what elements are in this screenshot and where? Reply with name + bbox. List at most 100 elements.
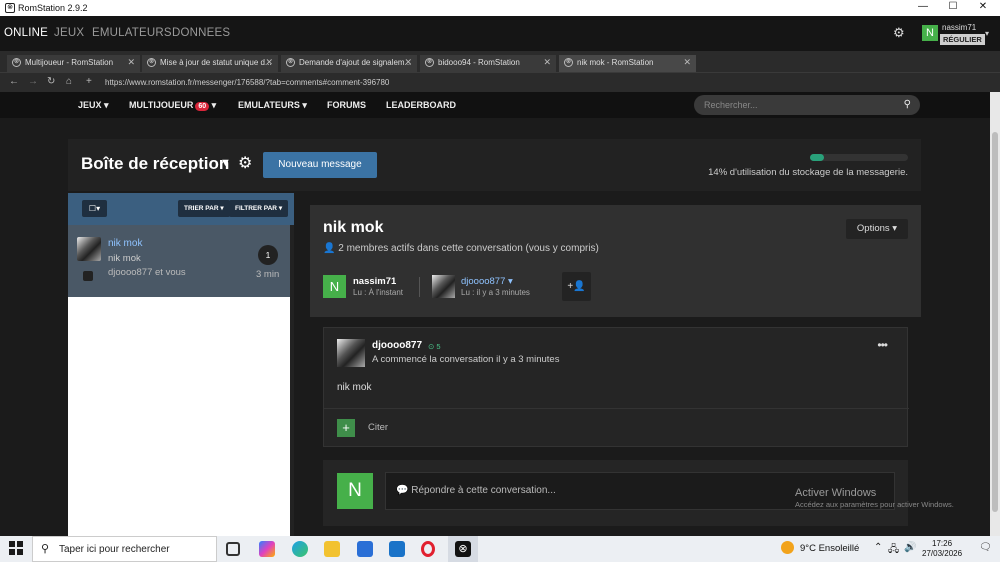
- site-nav-forums[interactable]: FORUMS: [327, 100, 366, 110]
- forward-arrow-icon[interactable]: →: [28, 76, 38, 87]
- username[interactable]: nassim71: [942, 23, 976, 32]
- add-participant-icon[interactable]: +👤: [562, 272, 591, 301]
- task-view-icon[interactable]: [226, 542, 240, 556]
- inbox-chevron-down-icon[interactable]: ▼: [220, 157, 231, 169]
- tab-label: Demande d'ajout de signalem...: [299, 58, 412, 67]
- nav-donnees[interactable]: DONNEES: [172, 27, 230, 39]
- url-text[interactable]: https://www.romstation.fr/messenger/1765…: [105, 78, 389, 87]
- nav-emulateurs[interactable]: EMULATEURS: [92, 27, 172, 39]
- message-post: djoooo877 ⊙ 5 A commencé la conversation…: [323, 327, 909, 447]
- back-arrow-icon[interactable]: ←: [9, 76, 19, 87]
- scrollbar-thumb[interactable]: [992, 132, 998, 512]
- browser-tab[interactable]: ⊗ Demande d'ajout de signalem... ✕: [281, 55, 417, 72]
- participant-avatar[interactable]: [432, 275, 455, 298]
- tab-close-icon[interactable]: ✕: [683, 57, 691, 68]
- tab-close-icon[interactable]: ✕: [127, 57, 135, 68]
- tab-label: nik mok - RomStation: [577, 58, 654, 67]
- list-scrollbar[interactable]: [290, 225, 294, 536]
- filter-by-button[interactable]: FILTRER PAR ▾: [229, 200, 289, 217]
- activate-windows-title: Activer Windows: [795, 487, 877, 499]
- site-nav-jeux[interactable]: JEUX ▾: [78, 100, 109, 111]
- members-summary: 👤 2 membres actifs dans cette conversati…: [323, 243, 599, 254]
- participant-read-status: Lu : À l'instant: [353, 288, 403, 297]
- inbox-title[interactable]: Boîte de réception: [81, 154, 229, 174]
- copilot-icon[interactable]: [259, 541, 275, 557]
- reload-icon[interactable]: ↻: [47, 76, 55, 87]
- opera-browser-icon[interactable]: [421, 541, 435, 557]
- user-avatar[interactable]: N: [922, 25, 938, 41]
- site-nav-emulateurs[interactable]: EMULATEURS ▾: [238, 100, 307, 111]
- inbox-settings-gear-icon[interactable]: ⚙: [238, 153, 252, 173]
- conversation-header: nik mok Options ▾ 👤 2 membres actifs dan…: [310, 205, 921, 317]
- browser-tab[interactable]: ⊗ Mise à jour de statut unique d... ✕: [142, 55, 278, 72]
- tab-label: Multijoueur - RomStation: [25, 58, 114, 67]
- author-name[interactable]: djoooo877: [372, 340, 422, 351]
- user-rank-badge: RÉGULIER: [940, 34, 985, 45]
- edge-browser-icon[interactable]: [292, 541, 308, 557]
- post-divider: [324, 408, 909, 409]
- browser-tab-active[interactable]: ⊗ nik mok - RomStation ✕: [559, 55, 696, 72]
- close-icon[interactable]: ✕: [973, 1, 993, 12]
- maximize-icon[interactable]: ☐: [943, 1, 963, 12]
- site-nav-leaderboard[interactable]: LEADERBOARD: [386, 100, 456, 110]
- comment-icon: 💬: [396, 485, 409, 496]
- tab-close-icon[interactable]: ✕: [404, 57, 412, 68]
- volume-icon[interactable]: 🔊: [904, 542, 916, 553]
- search-icon: ⚲: [41, 543, 50, 555]
- windows-taskbar: ⚲ Taper ici pour rechercher ⊗ 9°C Ensolei…: [0, 536, 1000, 562]
- notifications-icon[interactable]: 🗨: [979, 542, 992, 553]
- browser-tab-strip: ⊗ Multijoueur - RomStation ✕ ⊗ Mise à jour …: [0, 51, 1000, 72]
- conversation-count-badge: 1: [258, 245, 278, 265]
- clock-date: 27/03/2026: [922, 549, 963, 558]
- outlook-icon[interactable]: [389, 541, 405, 557]
- site-nav-multijoueur[interactable]: MULTIJOUEUR 60 ▾: [129, 100, 216, 111]
- sort-by-button[interactable]: TRIER PAR ▾: [178, 200, 230, 217]
- site-search-input[interactable]: Rechercher... ⚲: [694, 95, 920, 115]
- conversation-name[interactable]: nik mok: [108, 238, 142, 249]
- microsoft-store-icon[interactable]: [357, 541, 373, 557]
- settings-gear-icon[interactable]: ⚙: [893, 25, 905, 41]
- tab-close-icon[interactable]: ✕: [265, 57, 273, 68]
- romstation-tab-icon: ⊗: [425, 58, 434, 67]
- participant-name-dropdown[interactable]: djoooo877 ▾: [461, 276, 513, 287]
- windows-start-icon[interactable]: [9, 541, 23, 555]
- browser-tab[interactable]: ⊗ Multijoueur - RomStation ✕: [7, 55, 140, 72]
- new-message-button[interactable]: Nouveau message: [263, 152, 377, 178]
- taskbar-clock[interactable]: 17:26 27/03/2026: [922, 539, 962, 559]
- romstation-logo-icon: ⊗: [5, 3, 15, 13]
- home-icon[interactable]: ⌂: [66, 76, 72, 87]
- tab-close-icon[interactable]: ✕: [543, 57, 551, 68]
- browser-tab[interactable]: ⊗ bidooo94 - RomStation ✕: [420, 55, 556, 72]
- options-button[interactable]: Options ▾: [846, 219, 908, 239]
- quote-plus-icon[interactable]: +: [337, 419, 355, 437]
- minimize-icon[interactable]: —: [913, 1, 933, 12]
- user-menu-chevron-icon[interactable]: ▾: [985, 29, 989, 38]
- conversation-subject: nik mok: [108, 253, 141, 264]
- file-explorer-icon[interactable]: [324, 541, 340, 557]
- participant-name[interactable]: nassim71: [353, 276, 396, 287]
- conversation-list-header: ☐▾ TRIER PAR ▾ FILTRER PAR ▾: [68, 193, 294, 225]
- activate-windows-text: Accédez aux paramètres pour activer Wind…: [795, 500, 954, 509]
- nav-online[interactable]: ONLINE: [4, 27, 48, 39]
- page-scrollbar[interactable]: [990, 92, 1000, 536]
- conversation-list-item[interactable]: nik mok nik mok djoooo877 et vous 1 3 mi…: [68, 225, 290, 297]
- participant-avatar[interactable]: N: [323, 275, 346, 298]
- nav-jeux[interactable]: JEUX: [54, 27, 84, 39]
- select-all-checkbox[interactable]: ☐▾: [82, 200, 107, 217]
- romstation-tab-icon: ⊗: [286, 58, 295, 67]
- new-tab-plus-icon[interactable]: +: [86, 76, 92, 87]
- weather-text[interactable]: 9°C Ensoleillé: [800, 543, 859, 554]
- romstation-taskbar-button[interactable]: ⊗: [448, 536, 478, 562]
- taskbar-search-input[interactable]: ⚲ Taper ici pour rechercher: [32, 536, 217, 562]
- quote-button[interactable]: Citer: [368, 422, 388, 433]
- participant-divider: [419, 277, 420, 297]
- tray-chevron-up-icon[interactable]: ⌃: [874, 542, 882, 553]
- search-icon[interactable]: ⚲: [904, 99, 911, 110]
- more-options-icon[interactable]: •••: [877, 338, 888, 352]
- author-avatar[interactable]: [337, 339, 365, 367]
- participant-read-status: Lu : il y a 3 minutes: [461, 288, 530, 297]
- conversation-participants: djoooo877 et vous: [108, 267, 186, 278]
- network-icon[interactable]: 🖧: [888, 542, 899, 559]
- conversation-checkbox[interactable]: [83, 271, 93, 281]
- post-status: A commencé la conversation il y a 3 minu…: [372, 354, 560, 365]
